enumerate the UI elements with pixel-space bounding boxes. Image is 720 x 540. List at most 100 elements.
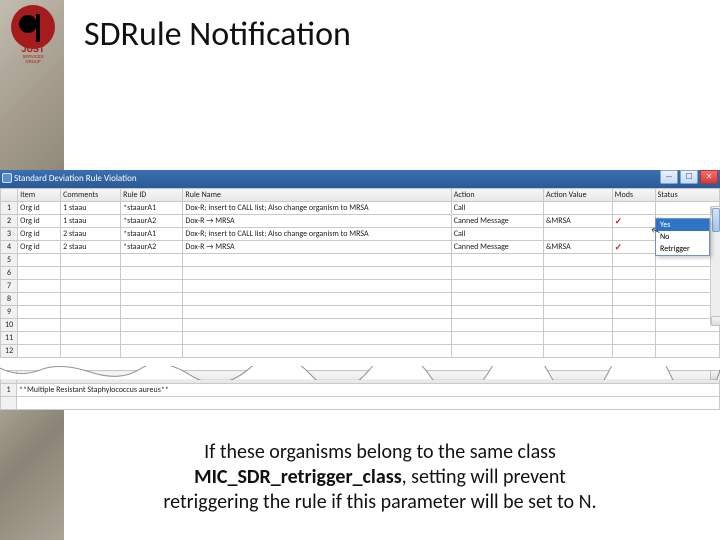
grid-cell[interactable] <box>451 280 543 293</box>
grid-cell[interactable]: *staaurA2 <box>121 215 183 228</box>
grid-cell[interactable] <box>543 319 612 332</box>
grid-cell[interactable]: Org id <box>18 215 61 228</box>
col-actionvalue[interactable]: Action Value <box>543 189 612 202</box>
grid-cell[interactable] <box>543 293 612 306</box>
minimize-button[interactable]: — <box>660 170 678 184</box>
table-row[interactable]: 7 <box>1 280 720 293</box>
grid-cell[interactable] <box>61 254 121 267</box>
grid-cell[interactable]: *staaurA2 <box>121 241 183 254</box>
scroll-down-icon[interactable] <box>711 316 720 326</box>
grid-cell[interactable]: Org id <box>18 241 61 254</box>
grid-cell[interactable] <box>61 345 121 358</box>
grid-cell[interactable] <box>612 332 655 345</box>
grid-cell[interactable] <box>18 319 61 332</box>
grid-cell[interactable] <box>451 267 543 280</box>
grid-cell[interactable] <box>183 267 451 280</box>
grid-cell[interactable] <box>451 332 543 345</box>
rules-grid[interactable]: Item Comments Rule ID Rule Name Action A… <box>0 188 720 358</box>
status-option-yes[interactable]: Yes <box>656 219 709 231</box>
grid-cell[interactable]: Org id <box>18 202 61 215</box>
col-comments[interactable]: Comments <box>61 189 121 202</box>
lower-col-item[interactable]: Item <box>17 371 720 384</box>
grid-cell[interactable] <box>543 228 612 241</box>
col-item[interactable]: Item <box>18 189 61 202</box>
grid-cell[interactable]: &MRSA <box>543 215 612 228</box>
table-row[interactable]: 5 <box>1 254 720 267</box>
grid-cell[interactable] <box>612 267 655 280</box>
grid-cell[interactable]: Dox-R → MRSA <box>183 241 451 254</box>
grid-cell[interactable]: Dox-R → MRSA <box>183 215 451 228</box>
grid-cell[interactable] <box>61 267 121 280</box>
grid-cell[interactable] <box>612 202 655 215</box>
close-button[interactable]: ✕ <box>700 170 718 184</box>
table-row[interactable]: 1Org id1 staau*staaurA1Dox-R; insert to … <box>1 202 720 215</box>
grid-cell[interactable] <box>612 228 655 241</box>
table-row[interactable]: 12 <box>1 345 720 358</box>
grid-cell[interactable] <box>183 254 451 267</box>
status-dropdown[interactable]: Yes No Retrigger <box>655 218 710 256</box>
grid-cell[interactable] <box>121 293 183 306</box>
grid-cell[interactable] <box>61 293 121 306</box>
table-row[interactable]: 6 <box>1 267 720 280</box>
grid-cell[interactable]: ✓ <box>612 241 655 254</box>
grid-cell[interactable] <box>543 202 612 215</box>
grid-cell[interactable] <box>451 319 543 332</box>
grid-cell[interactable] <box>451 306 543 319</box>
grid-cell[interactable] <box>121 267 183 280</box>
table-row[interactable]: 9 <box>1 306 720 319</box>
lower-grid[interactable]: Item 1 **Multiple Resistant Staphylococc… <box>0 370 720 410</box>
grid-cell[interactable] <box>183 319 451 332</box>
grid-cell[interactable]: 1 staau <box>61 202 121 215</box>
grid-cell[interactable]: 2 staau <box>61 228 121 241</box>
grid-cell[interactable] <box>451 293 543 306</box>
grid-cell[interactable] <box>61 306 121 319</box>
grid-cell[interactable] <box>655 332 719 345</box>
col-ruleid[interactable]: Rule ID <box>121 189 183 202</box>
table-row[interactable]: 8 <box>1 293 720 306</box>
grid-cell[interactable] <box>655 345 719 358</box>
scroll-thumb[interactable] <box>712 208 720 232</box>
grid-cell[interactable] <box>61 319 121 332</box>
grid-cell[interactable] <box>612 345 655 358</box>
grid-cell[interactable] <box>612 293 655 306</box>
grid-cell[interactable] <box>543 332 612 345</box>
grid-cell[interactable] <box>543 306 612 319</box>
grid-cell[interactable] <box>543 267 612 280</box>
grid-cell[interactable] <box>18 254 61 267</box>
grid-cell[interactable]: Call <box>451 202 543 215</box>
lower-cell[interactable]: **Multiple Resistant Staphylococcus aure… <box>17 384 720 397</box>
grid-cell[interactable] <box>612 280 655 293</box>
grid-cell[interactable]: *staaurA1 <box>121 228 183 241</box>
grid-cell[interactable] <box>121 345 183 358</box>
grid-cell[interactable] <box>18 280 61 293</box>
grid-cell[interactable] <box>183 306 451 319</box>
grid-cell[interactable]: Org id <box>18 228 61 241</box>
col-status[interactable]: Status <box>655 189 719 202</box>
grid-cell[interactable] <box>121 306 183 319</box>
grid-cell[interactable] <box>18 293 61 306</box>
col-mods[interactable]: Mods <box>612 189 655 202</box>
table-row[interactable]: 1 **Multiple Resistant Staphylococcus au… <box>1 384 720 397</box>
maximize-button[interactable]: ☐ <box>680 170 698 184</box>
grid-cell[interactable] <box>18 267 61 280</box>
table-row[interactable] <box>1 397 720 410</box>
grid-cell[interactable]: *staaurA1 <box>121 202 183 215</box>
status-option-retrigger[interactable]: Retrigger <box>656 243 709 255</box>
grid-cell[interactable]: 1 staau <box>61 215 121 228</box>
status-option-no[interactable]: No <box>656 231 709 243</box>
grid-cell[interactable] <box>612 254 655 267</box>
grid-cell[interactable] <box>612 306 655 319</box>
grid-cell[interactable]: 2 staau <box>61 241 121 254</box>
grid-cell[interactable] <box>121 332 183 345</box>
grid-cell[interactable] <box>543 280 612 293</box>
table-row[interactable]: 10 <box>1 319 720 332</box>
grid-cell[interactable] <box>18 332 61 345</box>
col-rulename[interactable]: Rule Name <box>183 189 451 202</box>
grid-cell[interactable] <box>612 319 655 332</box>
grid-cell[interactable]: Canned Message <box>451 215 543 228</box>
grid-scrollbar[interactable] <box>710 206 720 326</box>
table-row[interactable]: 3Org id2 staau*staaurA1Dox-R; insert to … <box>1 228 720 241</box>
grid-cell[interactable] <box>543 254 612 267</box>
table-row[interactable]: 2Org id1 staau*staaurA2Dox-R → MRSACanne… <box>1 215 720 228</box>
grid-cell[interactable]: Dox-R; insert to CALL list; Also change … <box>183 202 451 215</box>
